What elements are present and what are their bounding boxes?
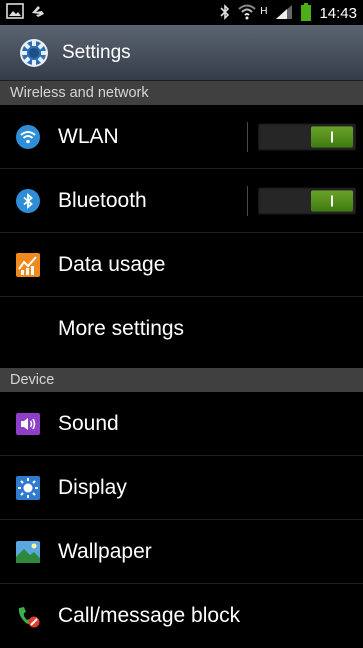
status-left xyxy=(6,3,46,24)
usb-debug-icon xyxy=(30,3,46,24)
settings-item-data-usage[interactable]: Data usage xyxy=(0,233,363,297)
wifi-icon xyxy=(16,124,40,149)
settings-item-bluetooth[interactable]: Bluetooth xyxy=(0,169,363,233)
bluetooth-toggle[interactable] xyxy=(258,187,356,214)
sound-icon xyxy=(16,412,40,436)
toggle-on-indicator xyxy=(311,190,353,211)
data-usage-icon xyxy=(16,252,40,277)
gallery-icon xyxy=(6,3,24,24)
settings-item-wallpaper[interactable]: Wallpaper xyxy=(0,520,363,584)
settings-item-sound[interactable]: Sound xyxy=(0,392,363,456)
settings-item-label: More settings xyxy=(58,317,185,340)
settings-item-label: Sound xyxy=(58,411,119,435)
bluetooth-status-icon xyxy=(220,4,230,24)
network-type: H xyxy=(260,5,268,17)
divider xyxy=(247,121,248,152)
divider xyxy=(247,185,248,216)
settings-gear-icon xyxy=(18,37,50,69)
settings-item-label: Display xyxy=(58,475,127,499)
signal-icon xyxy=(275,4,293,24)
toggle-on-indicator xyxy=(311,126,353,147)
settings-item-label: Wallpaper xyxy=(58,539,152,563)
settings-item-more-settings[interactable]: More settings xyxy=(0,297,363,361)
settings-item-label: Data usage xyxy=(58,252,166,276)
bluetooth-icon xyxy=(16,188,40,213)
call-block-icon xyxy=(16,604,40,628)
title-bar: Settings xyxy=(0,25,363,81)
wlan-toggle[interactable] xyxy=(258,123,356,150)
battery-icon xyxy=(301,3,312,25)
display-icon xyxy=(16,475,40,500)
section-header-wireless: Wireless and network xyxy=(0,81,363,105)
settings-item-wlan[interactable]: WLAN xyxy=(0,105,363,169)
settings-item-display[interactable]: Display xyxy=(0,456,363,520)
settings-item-label: WLAN xyxy=(58,124,119,148)
wallpaper-icon xyxy=(16,540,40,564)
status-bar: H 14:43 xyxy=(0,0,363,25)
page-title: Settings xyxy=(62,42,131,63)
status-time: 14:43 xyxy=(319,5,357,22)
wifi-status-icon xyxy=(238,4,256,24)
section-header-device: Device xyxy=(0,368,363,392)
settings-item-call-message-block[interactable]: Call/message block xyxy=(0,584,363,648)
settings-item-label: Bluetooth xyxy=(58,188,147,212)
status-right: H 14:43 xyxy=(220,3,357,25)
settings-item-label: Call/message block xyxy=(58,604,241,627)
